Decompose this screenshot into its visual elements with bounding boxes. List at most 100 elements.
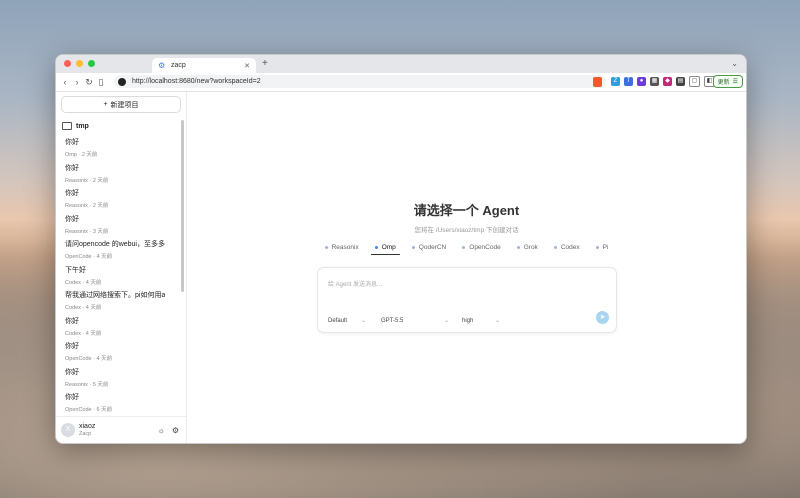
- model-select[interactable]: GPT-5.5 ⌄: [381, 317, 449, 325]
- session-time: 4 天前: [85, 279, 102, 286]
- tab-list-chevron-icon[interactable]: ⌄: [731, 59, 738, 68]
- agent-tab-codex[interactable]: Codex: [553, 244, 580, 251]
- project-folder[interactable]: tmp: [62, 122, 186, 130]
- session-title: 你好: [65, 139, 79, 146]
- extension-icon[interactable]: ▦: [650, 77, 659, 86]
- page-subtitle: 您将在 /Users/xiaoz/tmp 下创建对话: [414, 227, 519, 234]
- session-time: 4 天前: [96, 356, 113, 362]
- session-meta: Codex · 4 天前: [65, 279, 102, 286]
- agent-tab-label: Codex: [560, 244, 580, 251]
- session-item[interactable]: 你好 OpenCode · 6 天前: [56, 389, 186, 415]
- session-time: 2 天前: [92, 203, 109, 209]
- folder-name: tmp: [76, 122, 89, 130]
- send-button[interactable]: ➤: [596, 311, 609, 324]
- extension-icon[interactable]: ▢: [689, 76, 700, 87]
- session-time: 2 天前: [92, 177, 109, 184]
- session-time: 3 天前: [92, 228, 109, 235]
- tab-title: zacp: [171, 62, 186, 69]
- message-input[interactable]: 给 Agent 发送消息...: [328, 279, 382, 288]
- user-company: Zacp: [79, 431, 92, 437]
- agent-status-dot-icon: [516, 246, 520, 249]
- site-info-icon[interactable]: [118, 77, 126, 86]
- update-button[interactable]: 更新 ☰: [712, 75, 743, 88]
- extension-icon[interactable]: ◆: [663, 77, 672, 86]
- session-item[interactable]: 请问opencode 的webui，至多多... OpenCode · 4 天前: [56, 236, 186, 262]
- effort-select-value: high: [462, 317, 474, 324]
- session-list: 你好 Omp · 2 天前 你好 Reasonix · 2 天前 你好 Reasonix …: [56, 134, 186, 415]
- agent-tab-qodercn[interactable]: QoderCN: [411, 244, 446, 251]
- session-agent: OpenCode: [65, 254, 92, 260]
- session-agent: Omp: [65, 152, 77, 158]
- session-meta: Reasonix · 2 天前: [65, 203, 109, 209]
- agent-tab-pi[interactable]: Pi: [595, 244, 609, 251]
- avatar[interactable]: X: [61, 423, 75, 437]
- update-label: 更新: [717, 80, 730, 86]
- new-tab-icon[interactable]: +: [262, 58, 268, 69]
- session-item[interactable]: 你好 Reasonix · 2 天前: [56, 160, 186, 186]
- new-project-button[interactable]: + 新建项目: [61, 96, 181, 113]
- url-text: http://localhost:8680/new?workspaceId=2: [132, 78, 261, 85]
- plus-icon: +: [103, 101, 108, 108]
- browser-window: ⚙ zacp ✕ + ⌄ ‹ › ↻ ▯ http://localhost:86…: [55, 54, 747, 444]
- session-time: 5 天前: [92, 381, 109, 388]
- agent-tab-opencode[interactable]: OpenCode: [462, 244, 501, 251]
- session-title: 下午好: [65, 266, 86, 274]
- chevron-down-icon: ⌄: [360, 318, 366, 324]
- session-item[interactable]: 你好 Omp · 2 天前: [56, 134, 186, 160]
- agent-tab-reasonix[interactable]: Reasonix: [324, 244, 359, 251]
- extension-icon[interactable]: Z: [611, 77, 620, 86]
- session-item[interactable]: 你好 Reasonix · 3 天前: [56, 211, 186, 237]
- session-title: 你好: [65, 215, 79, 223]
- session-agent: OpenCode: [65, 407, 92, 413]
- back-icon[interactable]: ‹: [59, 77, 71, 87]
- session-item[interactable]: 你好 Codex · 4 天前: [56, 313, 186, 339]
- bookmark-icon[interactable]: ▯: [95, 77, 107, 88]
- effort-select[interactable]: high ⌄: [462, 317, 500, 325]
- agent-status-dot-icon: [553, 246, 557, 249]
- session-meta: Reasonix · 5 天前: [65, 381, 109, 388]
- agent-tab-label: Pi: [602, 244, 609, 251]
- theme-toggle-icon[interactable]: ☼: [157, 426, 164, 435]
- app-favicon-icon: ⚙: [158, 60, 166, 70]
- agent-status-dot-icon: [595, 246, 599, 249]
- session-title: 你好: [65, 190, 79, 197]
- agent-tab-grok[interactable]: Grok: [516, 244, 538, 251]
- mode-select[interactable]: Default ⌄: [328, 317, 366, 325]
- mode-select-value: Default: [328, 317, 348, 324]
- user-name: xiaoz: [79, 423, 96, 430]
- session-title: 你好: [65, 317, 79, 325]
- session-time: 6 天前: [96, 407, 113, 413]
- agent-tab-omp[interactable]: Omp: [370, 244, 400, 255]
- session-meta: OpenCode · 6 天前: [65, 407, 113, 413]
- sidebar-scrollbar[interactable]: [181, 120, 184, 292]
- session-meta: Codex · 4 天前: [65, 305, 102, 311]
- gear-icon[interactable]: ⚙: [172, 426, 179, 435]
- session-item[interactable]: 下午好 Codex · 4 天前: [56, 262, 186, 288]
- browser-tab[interactable]: ⚙ zacp ✕: [152, 58, 256, 73]
- maximize-window-button[interactable]: [88, 60, 95, 67]
- agent-status-dot-icon: [324, 246, 328, 249]
- tab-close-icon[interactable]: ✕: [244, 62, 250, 70]
- session-agent: Reasonix: [65, 177, 88, 184]
- session-item[interactable]: 你好 Reasonix · 2 天前: [56, 185, 186, 211]
- agent-tab-label: Omp: [381, 244, 396, 251]
- folder-icon: [62, 122, 72, 130]
- extension-icon[interactable]: T: [624, 77, 633, 86]
- model-select-value: GPT-5.5: [381, 317, 404, 324]
- forward-icon[interactable]: ›: [71, 77, 83, 87]
- title-bar: ⚙ zacp ✕ + ⌄: [56, 55, 746, 73]
- session-item[interactable]: 你好 Reasonix · 5 天前: [56, 364, 186, 390]
- minimize-window-button[interactable]: [76, 60, 83, 67]
- page-title: 请选择一个 Agent: [413, 203, 520, 218]
- brave-shield-icon[interactable]: [593, 76, 602, 87]
- message-composer[interactable]: 给 Agent 发送消息... Default ⌄ GPT-5.5 ⌄ high…: [317, 267, 617, 333]
- reload-icon[interactable]: ↻: [83, 77, 95, 88]
- session-item[interactable]: 你好 OpenCode · 4 天前: [56, 338, 186, 364]
- session-agent: Codex: [65, 330, 81, 337]
- close-window-button[interactable]: [64, 60, 71, 67]
- extension-icon[interactable]: ●: [637, 77, 646, 86]
- address-bar[interactable]: http://localhost:8680/new?workspaceId=2: [114, 75, 606, 88]
- session-item[interactable]: 帮我通过网络搜索下。pi如何用a... Codex · 4 天前: [56, 287, 186, 313]
- extension-icon[interactable]: ▤: [676, 77, 685, 86]
- session-agent: OpenCode: [65, 356, 92, 362]
